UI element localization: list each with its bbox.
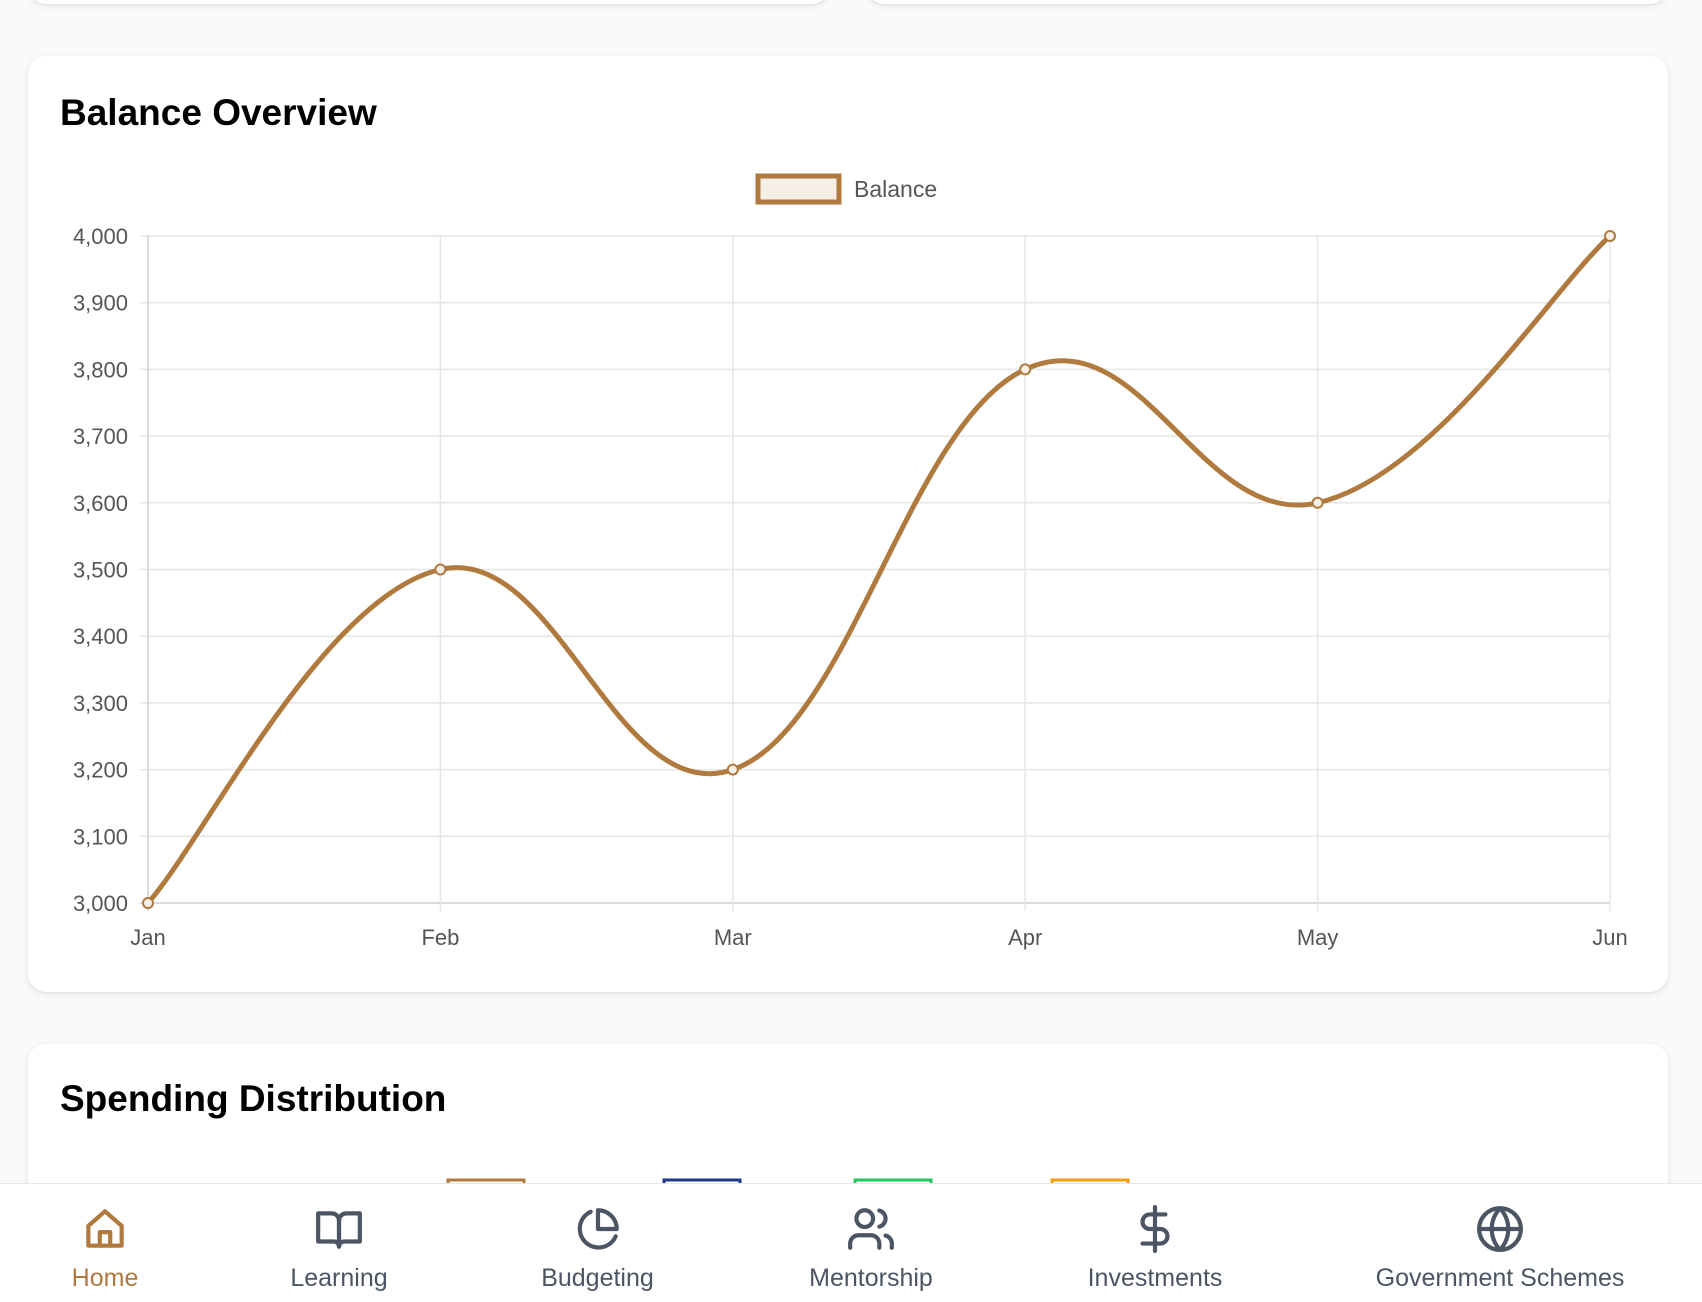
balance-line-chart: 3,000 3,100 3,200 3,300 3,400 3,500 3,600 3,700… [73,173,1628,950]
y-tick-label: 3,800 [73,357,128,382]
nav-label-home: Home [71,1264,139,1292]
dollar-icon [1130,1204,1180,1254]
nav-label-investments: Investments [1087,1264,1223,1292]
balance-data-point [726,763,739,776]
balance-data-point [1311,496,1324,509]
nav-item-budgeting[interactable]: Budgeting [525,1184,670,1302]
nav-label-learning: Learning [290,1264,388,1292]
book-icon [314,1204,364,1254]
summary-card-right [866,0,1668,4]
nav-item-learning[interactable]: Learning [270,1184,408,1302]
y-tick-label: 3,900 [73,291,128,316]
x-tick-label: Jun [1592,925,1627,950]
nav-label-government-schemes: Government Schemes [1375,1264,1625,1292]
balance-data-point [1604,230,1616,242]
globe-icon [1475,1204,1525,1254]
y-tick-label: 3,000 [73,891,128,916]
nav-item-home[interactable]: Home [55,1184,155,1302]
balance-overview-card: Balance Overview 3,000 3,100 3,200 3,300 3,4… [28,56,1668,992]
y-tick-label: 3,500 [73,558,128,583]
x-tick-label: Jan [130,925,165,950]
y-tick-label: 3,400 [73,624,128,649]
dashboard-page: Balance Overview 3,000 3,100 3,200 3,300 3,4… [0,0,1702,1302]
x-tick-label: Apr [1008,925,1042,950]
balance-data-point [1019,363,1032,376]
balance-data-point [142,897,154,909]
x-tick-label: Mar [714,925,752,950]
users-icon [846,1204,896,1254]
nav-label-budgeting: Budgeting [541,1264,654,1292]
y-tick-label: 3,700 [73,424,128,449]
nav-label-mentorship: Mentorship [809,1264,933,1292]
nav-item-investments[interactable]: Investments [1081,1184,1229,1302]
y-tick-label: 4,000 [73,224,128,249]
y-tick-label: 3,100 [73,824,128,849]
y-tick-label: 3,600 [73,491,128,516]
legend-swatch-balance [755,173,842,205]
home-icon [80,1204,130,1254]
balance-data-point [434,563,447,576]
summary-card-left [28,0,830,4]
nav-item-mentorship[interactable]: Mentorship [800,1184,942,1302]
nav-item-government-schemes[interactable]: Government Schemes [1368,1184,1632,1302]
y-tick-label: 3,300 [73,691,128,716]
bottom-navigation: Home Learning Budgeting Mentorship Inves… [0,1183,1702,1302]
y-tick-label: 3,200 [73,758,128,783]
legend-label-balance: Balance [854,176,937,202]
x-tick-label: May [1297,925,1339,950]
x-tick-label: Feb [421,925,459,950]
pie-chart-icon [573,1204,623,1254]
